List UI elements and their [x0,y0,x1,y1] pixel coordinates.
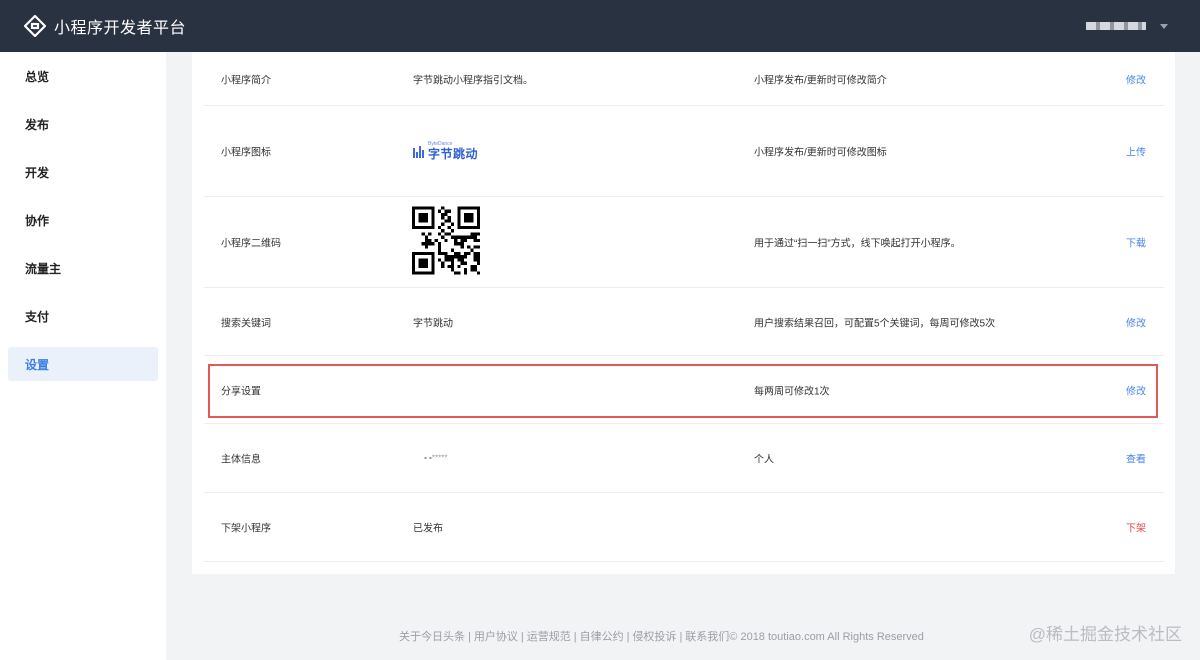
sidebar: 总览 发布 开发 协作 流量主 支付 设置 [0,52,166,660]
view-entity-button[interactable]: 查看 [1126,451,1146,466]
row-desc: 小程序发布/更新时可修改简介 [754,75,887,86]
user-menu[interactable] [1086,0,1168,52]
app-icon-image: ByteDance 字节跳动 [413,142,478,160]
watermark: @稀土掘金技术社区 [1028,625,1182,644]
edit-share-button[interactable]: 修改 [1126,382,1146,397]
row-value: ▪ ▪***** [424,453,448,463]
row-desc: 每两周可修改1次 [754,386,830,397]
bytedance-logo-icon [413,144,424,158]
settings-card: 小程序简介 字节跳动小程序指引文档。 小程序发布/更新时可修改简介 修改 小程序… [192,52,1175,574]
settings-row-keywords: 搜索关键词 字节跳动 用户搜索结果召回，可配置5个关键词，每周可修改5次 修改 [204,288,1164,356]
user-name-redacted [1086,22,1146,30]
sidebar-item-traffic[interactable]: 流量主 [8,251,158,285]
download-qrcode-button[interactable]: 下载 [1126,235,1146,250]
upload-icon-button[interactable]: 上传 [1126,144,1146,159]
row-label: 搜索关键词 [221,318,271,329]
platform-logo-icon [24,15,46,37]
footer-copyright: © 2018 toutiao.com All Rights Reserved [729,631,924,643]
row-label: 小程序二维码 [221,238,281,250]
settings-row-entity: 主体信息 ▪ ▪***** 个人 查看 [204,424,1164,493]
brand-big-text: 字节跳动 [428,147,479,161]
qr-code-image [412,206,480,278]
sidebar-item-overview[interactable]: 总览 [8,59,158,93]
sidebar-item-develop[interactable]: 开发 [8,155,158,189]
row-label: 小程序图标 [221,147,271,159]
chevron-down-icon[interactable] [1160,23,1168,29]
qr-code-icon [412,206,480,275]
edit-intro-button[interactable]: 修改 [1126,71,1146,86]
settings-row-icon: 小程序图标 ByteDance 字节跳动 小程序发布/更新时可修改图标 上传 [204,106,1164,197]
footer-link-contact[interactable]: 联系我们 [685,631,729,643]
platform-logo[interactable]: 小程序开发者平台 [24,14,186,38]
sidebar-item-collaborate[interactable]: 协作 [8,203,158,237]
row-label: 小程序简介 [221,75,271,86]
sidebar-item-publish[interactable]: 发布 [8,107,158,141]
footer: 关于今日头条 | 用户协议 | 运营规范 | 自律公约 | 侵权投诉 | 联系我们© 2018 to… [399,631,924,643]
row-desc: 个人 [754,454,774,466]
footer-link-convention[interactable]: 自律公约 [580,631,624,643]
footer-link-rules[interactable]: 运营规范 [527,631,571,643]
settings-row-qrcode: 小程序二维码 用于通过“扫一扫”方式，线下唤起打开小程序。 下载 [204,197,1164,288]
row-desc: 小程序发布/更新时可修改图标 [754,147,887,159]
row-value: 字节跳动小程序指引文档。 [413,75,533,86]
sidebar-nav: 总览 发布 开发 协作 流量主 支付 设置 [0,52,166,381]
row-label: 分享设置 [221,386,261,397]
row-desc: 用户搜索结果召回，可配置5个关键词，每周可修改5次 [754,318,996,329]
settings-row-takedown: 下架小程序 已发布 下架 [204,493,1164,562]
row-label: 下架小程序 [221,523,271,535]
edit-keywords-button[interactable]: 修改 [1126,314,1146,329]
sidebar-item-payment[interactable]: 支付 [8,299,158,333]
sidebar-item-settings[interactable]: 设置 [8,347,158,381]
row-label: 主体信息 [221,454,261,466]
row-value: 字节跳动 [413,318,453,329]
platform-title: 小程序开发者平台 [54,20,187,37]
takedown-button[interactable]: 下架 [1126,520,1146,535]
footer-link-complaint[interactable]: 侵权投诉 [632,631,676,643]
settings-row-share: 分享设置 每两周可修改1次 修改 [204,356,1164,424]
settings-row-intro: 小程序简介 字节跳动小程序指引文档。 小程序发布/更新时可修改简介 修改 [204,52,1164,106]
footer-link-about[interactable]: 关于今日头条 [399,631,465,643]
top-bar: 小程序开发者平台 [0,0,1200,52]
row-desc: 用于通过“扫一扫”方式，线下唤起打开小程序。 [754,238,961,250]
footer-link-agreement[interactable]: 用户协议 [474,631,518,643]
row-value: 已发布 [413,523,443,535]
